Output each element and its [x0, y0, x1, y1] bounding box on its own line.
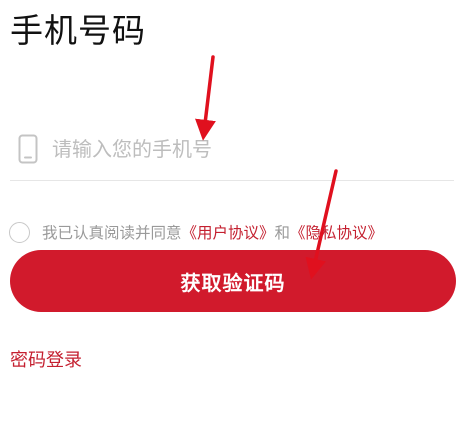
- get-code-button[interactable]: 获取验证码: [10, 250, 456, 312]
- arrow-to-phone-input: [195, 55, 216, 141]
- privacy-agreement-link[interactable]: 《隐私协议》: [290, 221, 383, 243]
- agreement-and-text: 和: [274, 224, 291, 242]
- agreement-row: 我已认真阅读并同意 《用户协议》 和 《隐私协议》: [9, 220, 383, 244]
- login-page: 手机号码 我已认真阅读并同意 《用户协议》 和 《隐私协议》 获取验证码 密码登…: [0, 0, 462, 435]
- agreement-radio[interactable]: [9, 221, 30, 243]
- password-login-link[interactable]: 密码登录: [10, 346, 82, 372]
- phone-input-row: [10, 122, 454, 181]
- user-agreement-link[interactable]: 《用户协议》: [182, 221, 275, 243]
- page-title: 手机号码: [10, 11, 146, 50]
- phone-number-input[interactable]: [52, 132, 432, 166]
- agreement-prefix: 我已认真阅读并同意: [42, 224, 182, 242]
- phone-icon: [18, 134, 38, 164]
